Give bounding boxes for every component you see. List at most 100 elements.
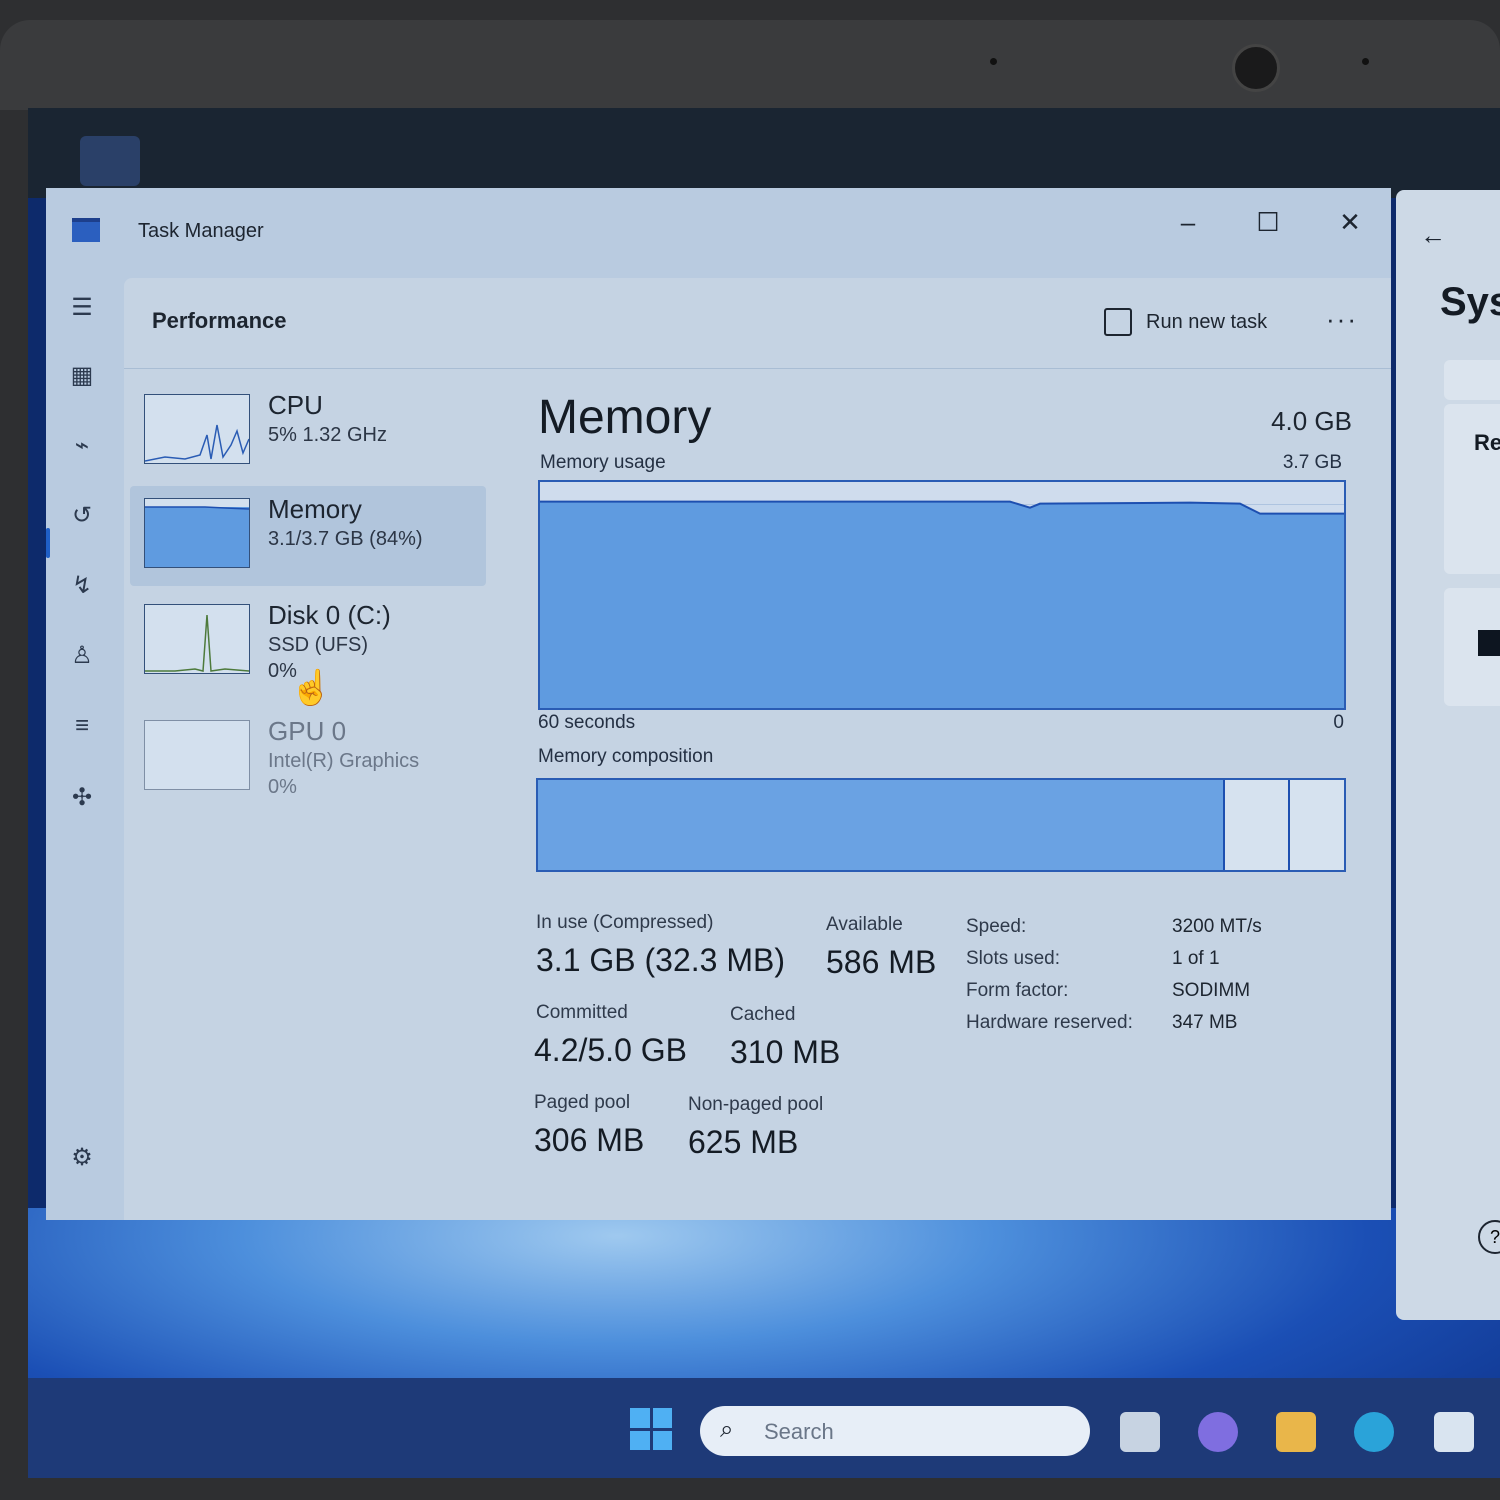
memory-usage-label: Memory usage bbox=[540, 452, 666, 473]
cpu-thumbnail-graph bbox=[144, 394, 250, 464]
taskbar-search[interactable]: ⌕ Search bbox=[700, 1406, 1090, 1456]
search-icon: ⌕ bbox=[720, 1416, 734, 1443]
available-label: Available bbox=[826, 914, 903, 935]
memory-composition-label: Memory composition bbox=[538, 746, 714, 767]
app-history-icon[interactable]: ↺ bbox=[62, 496, 102, 536]
selected-indicator bbox=[46, 528, 50, 558]
memory-usage-max: 3.7 GB bbox=[1282, 452, 1342, 473]
help-icon[interactable]: ? bbox=[1478, 1220, 1500, 1254]
memory-total: 4.0 GB bbox=[1271, 406, 1352, 436]
desktop-top bbox=[28, 108, 1500, 198]
device-usage: 0% bbox=[268, 776, 297, 798]
sensor-dot bbox=[1362, 58, 1369, 65]
device-detail: 3.1/3.7 GB (84%) bbox=[268, 528, 423, 550]
hardware-reserved-key: Hardware reserved: bbox=[966, 1012, 1133, 1033]
copilot-icon[interactable] bbox=[1198, 1412, 1238, 1452]
windows-logo-icon bbox=[1478, 630, 1500, 656]
non-paged-pool-label: Non-paged pool bbox=[688, 1094, 824, 1115]
device-name: Memory bbox=[268, 494, 362, 524]
search-placeholder: Search bbox=[764, 1419, 834, 1444]
back-arrow-icon[interactable]: ← bbox=[1420, 220, 1446, 251]
maximize-icon: ☐ bbox=[1256, 207, 1280, 237]
sensor-dot bbox=[990, 58, 997, 65]
memory-thumbnail-graph bbox=[144, 498, 250, 568]
paged-pool-value: 306 MB bbox=[534, 1122, 645, 1158]
users-icon[interactable]: ♙ bbox=[62, 636, 102, 676]
file-explorer-icon[interactable] bbox=[1276, 1412, 1316, 1452]
settings-card bbox=[1444, 360, 1500, 400]
form-factor-key: Form factor: bbox=[966, 980, 1069, 1001]
settings-title: Sys bbox=[1440, 280, 1500, 324]
settings-window: ← Sys Re ? bbox=[1396, 190, 1500, 1320]
title-bar: Task Manager – ☐ ✕ bbox=[46, 188, 1391, 278]
close-icon: ✕ bbox=[1339, 207, 1361, 237]
edge-browser-icon[interactable] bbox=[1354, 1412, 1394, 1452]
gpu-thumbnail-graph bbox=[144, 720, 250, 790]
details-icon[interactable]: ≡ bbox=[62, 706, 102, 746]
available-value: 586 MB bbox=[826, 944, 937, 980]
in-use-value: 3.1 GB (32.3 MB) bbox=[536, 942, 785, 978]
more-icon[interactable]: ··· bbox=[1326, 304, 1358, 335]
screen: Task Manager – ☐ ✕ ☰ ▦ ⌁ ↺ ↯ ♙ ≡ ✣ ⚙ Per… bbox=[28, 108, 1500, 1478]
slots-used-key: Slots used: bbox=[966, 948, 1060, 969]
processes-icon[interactable]: ▦ bbox=[62, 356, 102, 396]
device-cpu[interactable]: CPU 5% 1.32 GHz bbox=[130, 382, 486, 482]
cached-label: Cached bbox=[730, 1004, 796, 1025]
device-gpu[interactable]: GPU 0 Intel(R) Graphics 0% bbox=[130, 708, 486, 808]
hardware-reserved-value: 347 MB bbox=[1172, 1012, 1238, 1033]
performance-icon[interactable]: ⌁ bbox=[62, 426, 102, 466]
minimize-button[interactable]: – bbox=[1166, 202, 1210, 242]
nav-rail: ☰ ▦ ⌁ ↺ ↯ ♙ ≡ ✣ ⚙ bbox=[46, 278, 124, 1220]
memory-usage-graph bbox=[538, 480, 1346, 710]
time-right-label: 0 bbox=[1333, 712, 1344, 733]
composition-modified[interactable] bbox=[1223, 780, 1290, 870]
taskbar: ⌕ Search bbox=[28, 1378, 1500, 1478]
disk-thumbnail-graph bbox=[144, 604, 250, 674]
slots-used-value: 1 of 1 bbox=[1172, 948, 1220, 969]
device-detail: SSD (UFS) bbox=[268, 634, 368, 656]
page-title: Performance bbox=[152, 308, 287, 333]
cached-value: 310 MB bbox=[730, 1034, 841, 1070]
settings-item-label: Re bbox=[1474, 430, 1500, 455]
paged-pool-label: Paged pool bbox=[534, 1092, 631, 1113]
minimize-icon: – bbox=[1180, 207, 1196, 237]
maximize-button[interactable]: ☐ bbox=[1246, 202, 1290, 242]
close-button[interactable]: ✕ bbox=[1328, 202, 1372, 242]
hamburger-menu-icon[interactable]: ☰ bbox=[62, 288, 102, 328]
memory-detail: Memory 4.0 GB Memory usage 3.7 GB 60 sec… bbox=[534, 368, 1354, 1220]
speed-value: 3200 MT/s bbox=[1172, 916, 1262, 937]
desktop-icon[interactable] bbox=[80, 136, 140, 186]
window-title: Task Manager bbox=[138, 220, 264, 242]
composition-in-use[interactable] bbox=[538, 780, 1226, 870]
time-left-label: 60 seconds bbox=[538, 712, 636, 733]
form-factor-value: SODIMM bbox=[1172, 980, 1251, 1001]
device-list: CPU 5% 1.32 GHz Memory 3.1/3.7 GB (84%) … bbox=[124, 368, 486, 1220]
microsoft-store-icon[interactable] bbox=[1434, 1412, 1474, 1452]
mouse-pointer-icon: ☝ bbox=[290, 669, 333, 707]
webcam bbox=[1232, 44, 1280, 92]
device-memory[interactable]: Memory 3.1/3.7 GB (84%) bbox=[130, 486, 486, 586]
task-view-icon[interactable] bbox=[1120, 1412, 1160, 1452]
non-paged-pool-value: 625 MB bbox=[688, 1124, 799, 1160]
in-use-label: In use (Compressed) bbox=[536, 912, 714, 933]
committed-value: 4.2/5.0 GB bbox=[534, 1032, 687, 1068]
memory-title: Memory bbox=[538, 391, 712, 444]
device-detail: Intel(R) Graphics bbox=[268, 750, 420, 772]
task-manager-window: Task Manager – ☐ ✕ ☰ ▦ ⌁ ↺ ↯ ♙ ≡ ✣ ⚙ Per… bbox=[46, 188, 1391, 1220]
performance-panel: Performance Run new task ··· CPU 5% 1.32… bbox=[124, 278, 1391, 1220]
settings-icon[interactable]: ⚙ bbox=[62, 1138, 102, 1178]
device-name: GPU 0 bbox=[268, 716, 347, 746]
memory-composition-bar bbox=[536, 778, 1346, 872]
speed-key: Speed: bbox=[966, 916, 1027, 937]
services-icon[interactable]: ✣ bbox=[62, 778, 102, 818]
memory-usage-area bbox=[540, 501, 1344, 708]
run-task-icon bbox=[1104, 308, 1132, 336]
device-name: Disk 0 (C:) bbox=[268, 600, 391, 630]
memory-usage-svg bbox=[540, 500, 1344, 708]
device-name: CPU bbox=[268, 390, 323, 420]
start-button[interactable] bbox=[630, 1408, 672, 1450]
panel-header: Performance Run new task ··· bbox=[124, 278, 1391, 369]
committed-label: Committed bbox=[536, 1002, 628, 1023]
run-new-task-label: Run new task bbox=[1146, 311, 1268, 333]
startup-apps-icon[interactable]: ↯ bbox=[62, 566, 102, 606]
